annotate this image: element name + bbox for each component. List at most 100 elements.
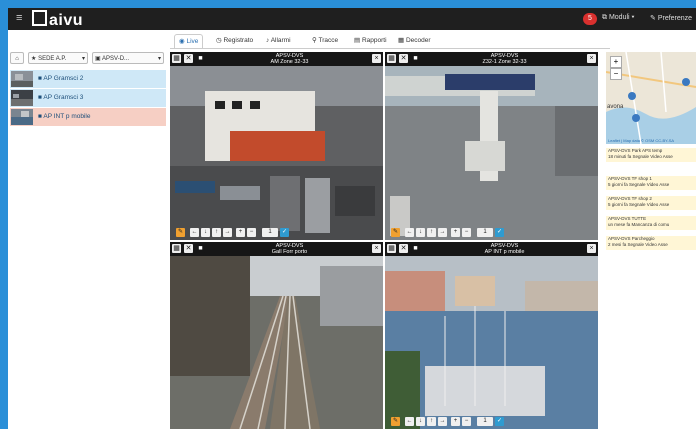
map-widget[interactable]: + − avona Leaflet | Map data © OSM CC-BY… [606,52,696,144]
caret-down-icon: ▾ [157,56,161,62]
video-tile-1[interactable]: ▦ ✕ ■ APSV-DVS AM Zone 32-33 × ✎ ← ↓ ↑ → … [170,52,383,240]
arrow-up-icon[interactable]: ↑ [427,228,436,237]
close-icon[interactable]: × [587,54,596,63]
zoom-out-icon[interactable]: − [247,228,256,237]
app-logo[interactable]: aivu [32,10,83,30]
star-icon: ★ [31,56,37,62]
tile-header: ▦ ✕ ■ APSV-DVS AP INT p mobile × [385,242,598,256]
record-icon[interactable]: ■ [411,54,420,63]
menu-icon[interactable]: ≡ [16,12,22,24]
bell-icon: ♪ [266,37,270,44]
logo-mark-icon [32,10,47,26]
notification-badge[interactable]: 5 [583,13,597,25]
wrench-icon[interactable]: ✎ [391,417,400,426]
alert-item[interactable]: APSV-DVS TF shop 15 giorni fa Segnale Vi… [606,176,696,190]
tab-rapporti[interactable]: ▤ Rapporti [354,34,387,48]
record-icon[interactable]: ■ [411,244,420,253]
preset-select[interactable]: 1 [262,228,278,237]
fullscreen-icon[interactable]: ✕ [184,54,193,63]
close-icon[interactable]: × [587,244,596,253]
camera-label: ■ AP Gramsci 2 [38,70,83,88]
modules-label: Moduli [608,14,630,21]
alert-item[interactable]: APSV-DVS Parcheggio 2 mesi fa Segnale Vid… [606,236,696,250]
zoom-in-icon[interactable]: + [236,228,245,237]
zoom-out-icon[interactable]: − [462,228,471,237]
camera-item-ap-gramsci-3[interactable]: ■ AP Gramsci 3 [10,89,166,107]
tab-registrato[interactable]: ◷ Registrato [216,34,253,48]
zoom-in-icon[interactable]: + [451,228,460,237]
modules-menu[interactable]: ⧉ Moduli ▾ [602,14,634,22]
home-icon: ⌂ [15,56,19,62]
zoom-out-icon[interactable]: − [462,417,471,426]
grid-icon[interactable]: ▦ [172,244,181,253]
fullscreen-icon[interactable]: ✕ [184,244,193,253]
camera-feed [385,66,598,240]
decoder-icon: ▦ [398,37,405,44]
tab-label: Tracce [318,37,339,44]
map-attribution[interactable]: Leaflet | Map data © OSM CC-BY-SA [608,138,674,143]
main-tabs: ◉ Live ◷ Registrato ♪ Allarmi ⚲ Tracce ▤… [170,34,610,49]
preset-select[interactable]: 1 [477,417,493,426]
wrench-icon[interactable]: ✎ [391,228,400,237]
clock-icon: ◷ [216,37,222,44]
camera-item-ap-gramsci-2[interactable]: ■ AP Gramsci 2 [10,70,166,88]
fullscreen-icon[interactable]: ✕ [399,244,408,253]
alert-detail: 5 giorni fa Segnale Video Asse [608,202,670,207]
alert-item[interactable]: APSV-DVS TF shop 25 giorni fa Segnale Vi… [606,196,696,210]
tile-title: APSV-DVS Gall Forr porto [210,243,369,255]
fullscreen-icon[interactable]: ✕ [399,54,408,63]
arrow-left-icon[interactable]: ← [405,417,414,426]
arrow-left-icon[interactable]: ← [405,228,414,237]
go-preset-button[interactable]: ✓ [280,228,289,237]
close-icon[interactable]: × [372,244,381,253]
tile-header: ▦ ✕ ■ APSV-DVS Z32-1 Zone 32-33 × [385,52,598,66]
wrench-icon[interactable]: ✎ [176,228,185,237]
video-tile-3[interactable]: ▦ ✕ ■ APSV-DVS Gall Forr porto × [170,242,383,429]
alert-detail: 2 mesi fa Segnale Video Asse [608,242,668,247]
go-preset-button[interactable]: ✓ [495,228,504,237]
arrow-down-icon[interactable]: ↓ [416,228,425,237]
tile-header: ▦ ✕ ■ APSV-DVS Gall Forr porto × [170,242,383,256]
camera-feed [385,256,598,429]
alert-item[interactable]: APSV-DVS Park APS temp 18 minuti fa Segna… [606,148,696,162]
arrow-up-icon[interactable]: ↑ [212,228,221,237]
arrow-right-icon[interactable]: → [438,228,447,237]
map-zoom-in-button[interactable]: + [610,56,622,68]
arrow-right-icon[interactable]: → [438,417,447,426]
preferences-menu[interactable]: ✎ Preferenze [650,14,692,22]
camera-feed [170,256,383,429]
filter-toolbar: ⌂ ★ SEDE A.P. ▾ ▣ APSV-D... ▾ [10,52,168,66]
record-icon[interactable]: ■ [196,244,205,253]
site-select[interactable]: ★ SEDE A.P. ▾ [28,52,88,64]
tab-decoder[interactable]: ▦ Decoder [398,34,431,48]
tab-allarmi[interactable]: ♪ Allarmi [266,34,291,48]
alert-item[interactable]: APSV-DVS TUTTE un mese fa Mancanza di com… [606,216,696,230]
close-icon[interactable]: × [372,54,381,63]
tab-label: Allarmi [270,37,291,44]
zoom-in-icon[interactable]: + [451,417,460,426]
arrow-left-icon[interactable]: ← [190,228,199,237]
map-zoom-out-button[interactable]: − [610,68,622,80]
tile-header: ▦ ✕ ■ APSV-DVS AM Zone 32-33 × [170,52,383,66]
home-button[interactable]: ⌂ [10,52,24,64]
arrow-up-icon[interactable]: ↑ [427,417,436,426]
arrow-down-icon[interactable]: ↓ [201,228,210,237]
record-icon[interactable]: ■ [196,54,205,63]
camera-name: AP Gramsci 3 [43,94,84,101]
arrow-down-icon[interactable]: ↓ [416,417,425,426]
tab-live[interactable]: ◉ Live [174,34,204,49]
video-tile-2[interactable]: ▦ ✕ ■ APSV-DVS Z32-1 Zone 32-33 × ✎ ← ↓ ↑… [385,52,598,240]
tab-tracce[interactable]: ⚲ Tracce [312,34,338,48]
grid-icon[interactable]: ▦ [387,54,396,63]
tile-camera: AP INT p mobile [484,249,525,255]
grid-icon[interactable]: ▦ [172,54,181,63]
tab-label: Live [186,38,199,45]
video-tile-4[interactable]: ▦ ✕ ■ APSV-DVS AP INT p mobile × ✎ ← ↓ ↑ … [385,242,598,429]
preset-select[interactable]: 1 [477,228,493,237]
camera-item-ap-int-p-mobile[interactable]: ■ AP INT p mobile [10,108,166,126]
go-preset-button[interactable]: ✓ [495,417,504,426]
arrow-right-icon[interactable]: → [223,228,232,237]
grid-icon[interactable]: ▦ [387,244,396,253]
group-select[interactable]: ▣ APSV-D... ▾ [92,52,164,64]
alert-detail: 18 minuti fa Segnale Video Asse [608,154,673,159]
